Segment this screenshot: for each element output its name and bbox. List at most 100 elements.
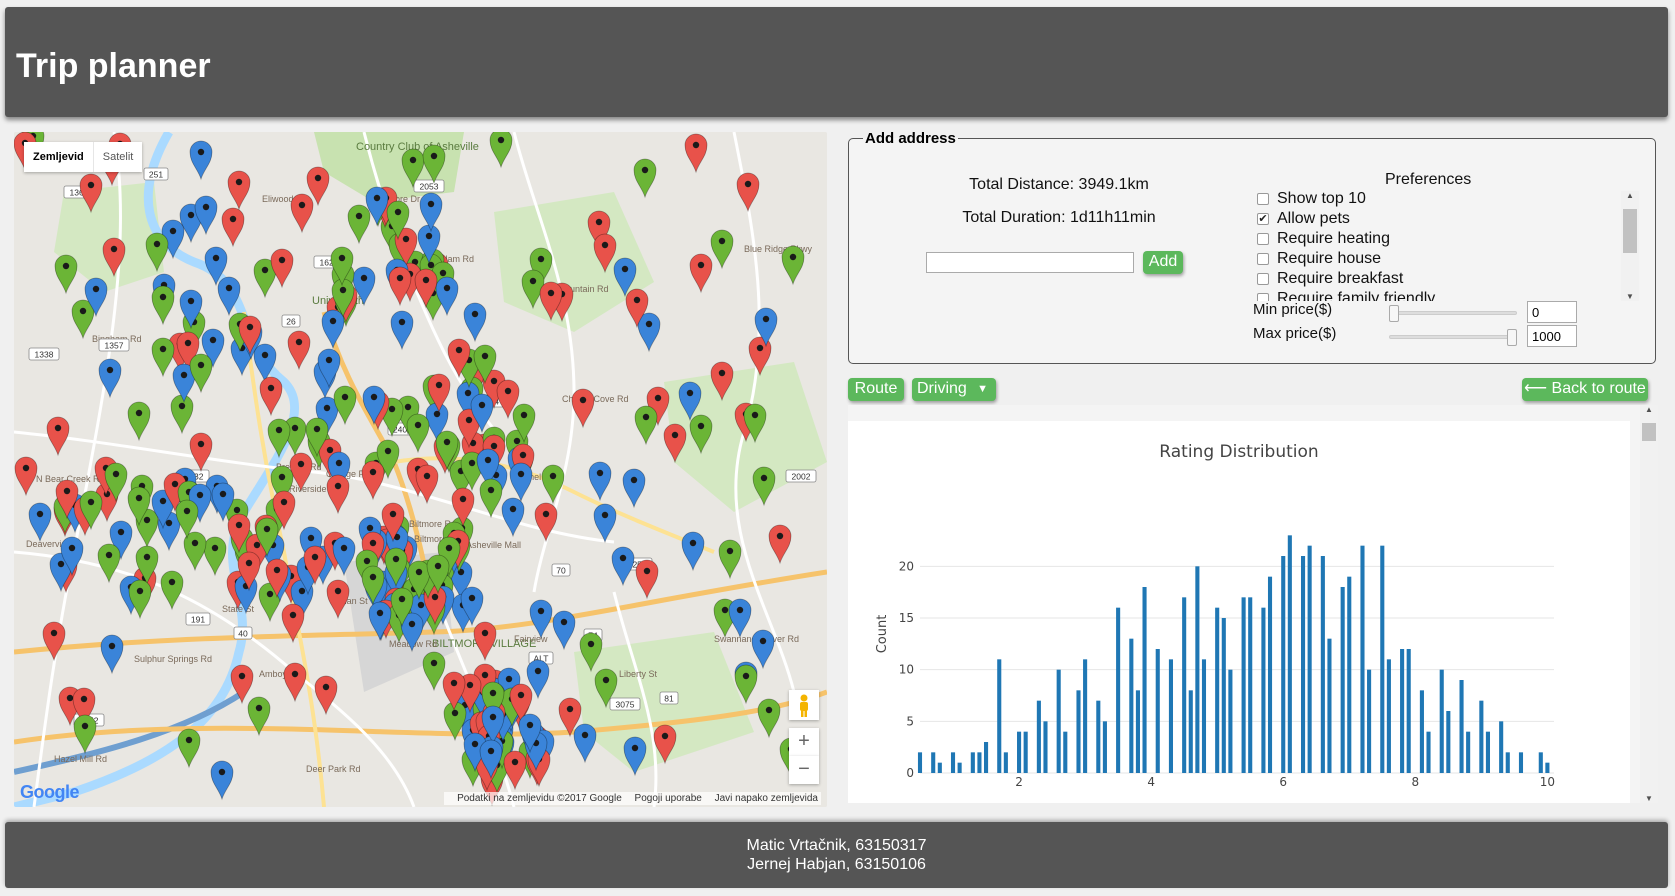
chart-bar: [1182, 597, 1187, 773]
svg-text:2002: 2002: [792, 472, 811, 482]
svg-text:40: 40: [238, 629, 248, 639]
map-label: Sulphur Springs Rd: [134, 654, 212, 664]
chart-scrollbar[interactable]: ▲ ▼: [1640, 405, 1658, 803]
scroll-thumb[interactable]: [1642, 423, 1656, 441]
pref-require-family-friendly[interactable]: Require family friendly: [1255, 289, 1635, 301]
map-type-map-button[interactable]: Zemljevid: [24, 142, 94, 172]
chart-bar: [1300, 556, 1306, 773]
road-shield: 2002: [785, 469, 817, 483]
add-button[interactable]: Add: [1143, 251, 1183, 274]
svg-text:70: 70: [556, 566, 566, 576]
map-data-credit: Podatki na zemljevidu ©2017 Google: [457, 793, 622, 804]
scroll-down-icon[interactable]: ▼: [1621, 292, 1639, 301]
chart-bar: [1386, 659, 1391, 773]
min-price-slider[interactable]: [1389, 305, 1517, 322]
report-error-link[interactable]: Javi napako zemljevida: [715, 793, 818, 804]
map-label: Asheville Mall: [466, 540, 521, 550]
checkbox[interactable]: [1257, 233, 1269, 245]
pref-require-house[interactable]: Require house: [1255, 249, 1635, 269]
app-title: Trip planner: [16, 47, 211, 85]
pref-require-heating[interactable]: Require heating: [1255, 229, 1635, 249]
rating-distribution-svg: Rating Distribution Count 0 5 10 15 20 2 4 6 8 10: [875, 442, 1555, 789]
road-shield: 81: [659, 691, 679, 705]
chart-bar: [1287, 535, 1292, 773]
chart-bar: [1360, 545, 1365, 773]
zoom-out-button[interactable]: −: [789, 756, 819, 784]
terms-of-use-link[interactable]: Pogoji uporabe: [635, 793, 702, 804]
pref-allow-pets[interactable]: ✔ Allow pets: [1255, 209, 1635, 229]
chart-bar: [917, 752, 923, 773]
road-shield: 251: [143, 167, 169, 181]
chart-bar: [1446, 711, 1451, 773]
chart-bar: [1201, 659, 1207, 773]
zoom-in-button[interactable]: +: [789, 728, 819, 756]
road-shield: 3075: [609, 697, 641, 711]
chart-bar: [1023, 731, 1028, 773]
route-button[interactable]: Route: [848, 378, 904, 401]
checkbox[interactable]: [1257, 293, 1269, 301]
max-price-label: Max price($): [1253, 325, 1337, 342]
chart-bar: [1195, 566, 1200, 773]
chart-bar: [1102, 721, 1107, 773]
road-shield: 40: [233, 626, 253, 640]
chart-bar: [1466, 731, 1471, 773]
travel-mode-dropdown[interactable]: Driving ▼: [912, 378, 996, 401]
chart-bar: [1459, 680, 1464, 773]
chart-bar: [1221, 618, 1226, 773]
chart-bar: [1017, 731, 1022, 773]
max-price-slider[interactable]: [1389, 329, 1517, 346]
map[interactable]: Country Club of AshevilleUniv NorthBILTM…: [14, 132, 827, 807]
svg-text:251: 251: [149, 170, 163, 180]
min-price-input[interactable]: [1527, 301, 1577, 323]
min-price-slider-handle[interactable]: [1389, 305, 1399, 322]
chart-bar: [1063, 731, 1068, 773]
address-input[interactable]: [926, 252, 1134, 273]
map-type-satellite-button[interactable]: Satelit: [94, 142, 143, 172]
google-logo: Google: [20, 782, 80, 802]
scroll-up-icon[interactable]: ▲: [1621, 191, 1639, 200]
svg-text:191: 191: [191, 615, 205, 625]
pref-label: Allow pets: [1277, 210, 1350, 227]
preferences-title: Preferences: [1385, 171, 1472, 188]
map-label: Fairview: [514, 634, 548, 644]
chart-bar: [1307, 545, 1312, 773]
chart-bar: [1003, 752, 1008, 773]
checkbox[interactable]: [1257, 193, 1269, 205]
chart-ticks: 0 5 10 15 20 2 4 6 8 10: [899, 559, 1555, 789]
travel-mode-label: Driving: [917, 380, 967, 397]
max-price-slider-handle[interactable]: [1507, 329, 1517, 346]
chart-bar: [1248, 597, 1253, 773]
pref-label: Require family friendly: [1277, 290, 1436, 301]
scroll-down-icon[interactable]: ▼: [1640, 794, 1658, 803]
chart-bar: [1439, 669, 1444, 773]
chart-title: Rating Distribution: [1159, 442, 1318, 462]
pref-show-top-10[interactable]: Show top 10: [1255, 189, 1635, 209]
max-price-input[interactable]: [1527, 325, 1577, 347]
scroll-up-icon[interactable]: ▲: [1640, 405, 1658, 414]
pref-label: Require house: [1277, 250, 1382, 267]
street-view-pegman[interactable]: [789, 690, 819, 720]
add-address-legend: Add address: [865, 130, 956, 147]
chart-bar: [1281, 556, 1286, 773]
preferences-scrollbar[interactable]: ▲ ▼: [1621, 191, 1639, 301]
chart-bar: [1096, 700, 1101, 773]
chart-bar: [1538, 752, 1543, 773]
chart-bar: [1168, 659, 1174, 773]
checkbox[interactable]: [1257, 273, 1269, 285]
checkbox[interactable]: [1257, 253, 1269, 265]
pref-require-breakfast[interactable]: Require breakfast: [1255, 269, 1635, 289]
chart-bar: [1340, 587, 1345, 773]
scroll-thumb[interactable]: [1623, 209, 1637, 253]
chart-bar: [1188, 690, 1193, 773]
y-tick-label: 0: [906, 766, 914, 780]
back-to-route-button[interactable]: ⟵ Back to route: [1522, 378, 1648, 401]
total-duration: Total Duration: 1d11h11min: [962, 209, 1156, 226]
chart-bar: [970, 752, 975, 773]
add-address-panel: Add address Total Distance: 3949.1km Tot…: [848, 130, 1656, 364]
checkbox-checked[interactable]: ✔: [1257, 213, 1269, 225]
chart-bar: [1155, 649, 1160, 773]
chart-bar: [983, 742, 989, 773]
chart-bar: [1380, 545, 1385, 773]
chart-bar: [1267, 576, 1273, 773]
y-tick-label: 10: [899, 663, 914, 677]
